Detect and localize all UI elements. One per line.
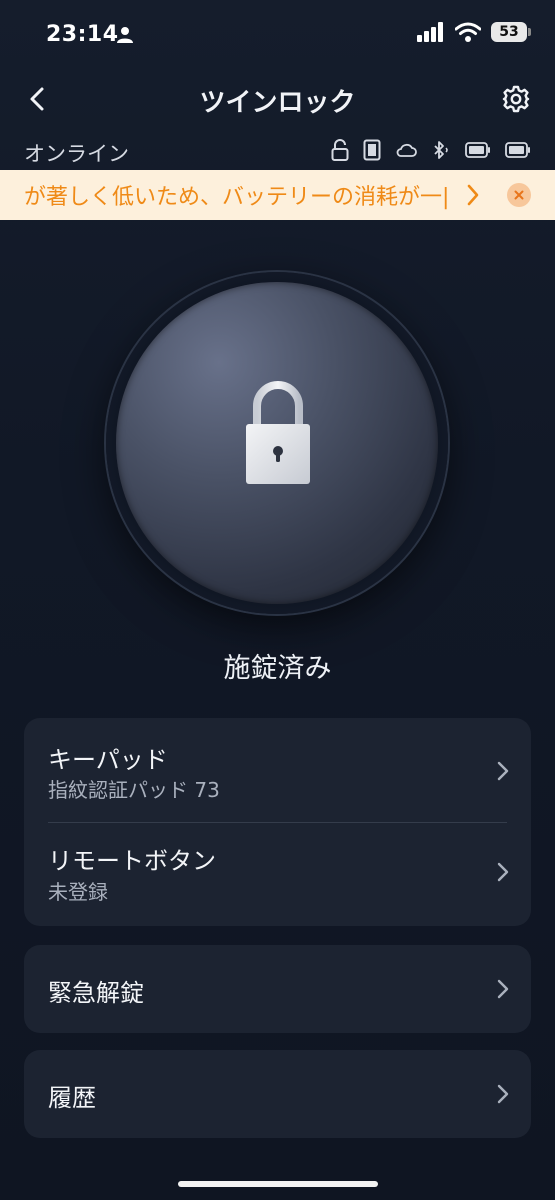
lock-status-label: 施錠済み [223, 653, 332, 684]
home-indicator[interactable] [178, 1181, 378, 1187]
history-row[interactable]: 履歴 [24, 1050, 531, 1138]
lock-open-icon [331, 139, 349, 161]
chevron-right-icon [497, 862, 509, 882]
banner-close-button[interactable] [507, 183, 531, 207]
remote-button-title: リモートボタン [48, 847, 216, 875]
status-indicators: 53 [417, 22, 531, 42]
signal-icon [417, 22, 443, 42]
emergency-unlock-row[interactable]: 緊急解錠 [24, 945, 531, 1033]
remote-button-subtitle: 未登録 [48, 880, 108, 904]
keypad-title: キーパッド [48, 746, 168, 774]
person-icon [117, 27, 133, 43]
battery-level: 53 [499, 24, 519, 40]
settings-button[interactable] [499, 82, 533, 116]
emergency-unlock-title: 緊急解錠 [48, 979, 144, 1007]
battery-full-icon [465, 142, 491, 158]
device-status-icons [331, 139, 531, 161]
keypad-row[interactable]: キーパッド 指紋認証パッド 73 [24, 718, 531, 822]
gear-icon [502, 85, 530, 113]
battery-indicator: 53 [491, 22, 531, 42]
chevron-right-icon [497, 1084, 509, 1104]
keypad-subtitle: 指紋認証パッド 73 [48, 778, 220, 802]
devices-card: キーパッド 指紋認証パッド 73 リモートボタン 未登録 [24, 718, 531, 926]
status-time: 23:14 [46, 22, 119, 47]
close-icon [514, 190, 524, 200]
page-title: ツインロック [199, 88, 356, 118]
chevron-right-icon [497, 979, 509, 999]
door-icon [363, 139, 381, 161]
bluetooth-icon [431, 140, 451, 160]
history-title: 履歴 [48, 1084, 96, 1112]
battery-full-icon [505, 142, 531, 158]
battery-warning-banner[interactable]: が著しく低いため、バッテリーの消耗が一| [0, 170, 555, 220]
padlock-icon [246, 381, 310, 484]
warning-text: が著しく低いため、バッテリーの消耗が一| [24, 185, 450, 210]
cloud-icon [395, 142, 417, 158]
chevron-right-icon [497, 761, 509, 781]
remote-button-row[interactable]: リモートボタン 未登録 [24, 823, 531, 926]
chevron-right-icon [467, 184, 479, 206]
wifi-icon [455, 22, 481, 42]
connection-status: オンライン [24, 142, 129, 166]
